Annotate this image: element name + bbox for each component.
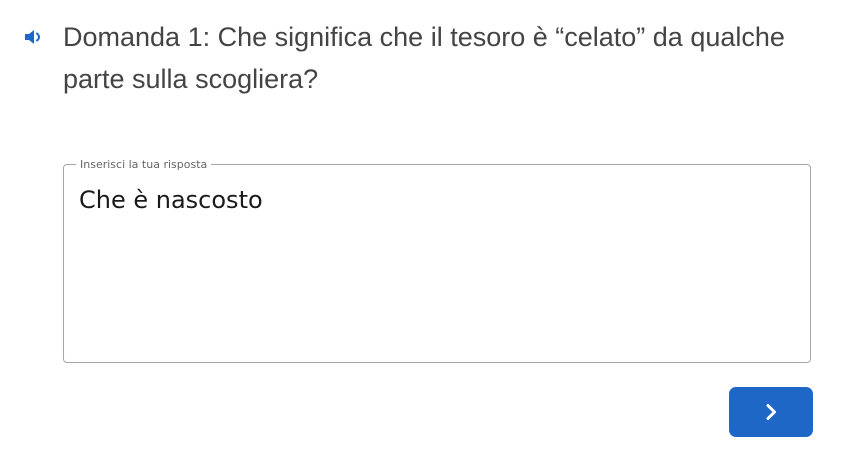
answer-input[interactable]: Che è nascosto [79,183,795,217]
next-button[interactable] [729,387,813,437]
speaker-icon-graphic [25,30,41,44]
answer-field-label: Inserisci la tua risposta [76,159,212,171]
question-text: Domanda 1: Che significa che il tesoro è… [63,22,785,94]
chevron-right-icon [766,404,776,420]
answer-field[interactable]: Inserisci la tua risposta Che è nascosto [63,159,811,363]
speaker-icon[interactable] [22,25,46,49]
